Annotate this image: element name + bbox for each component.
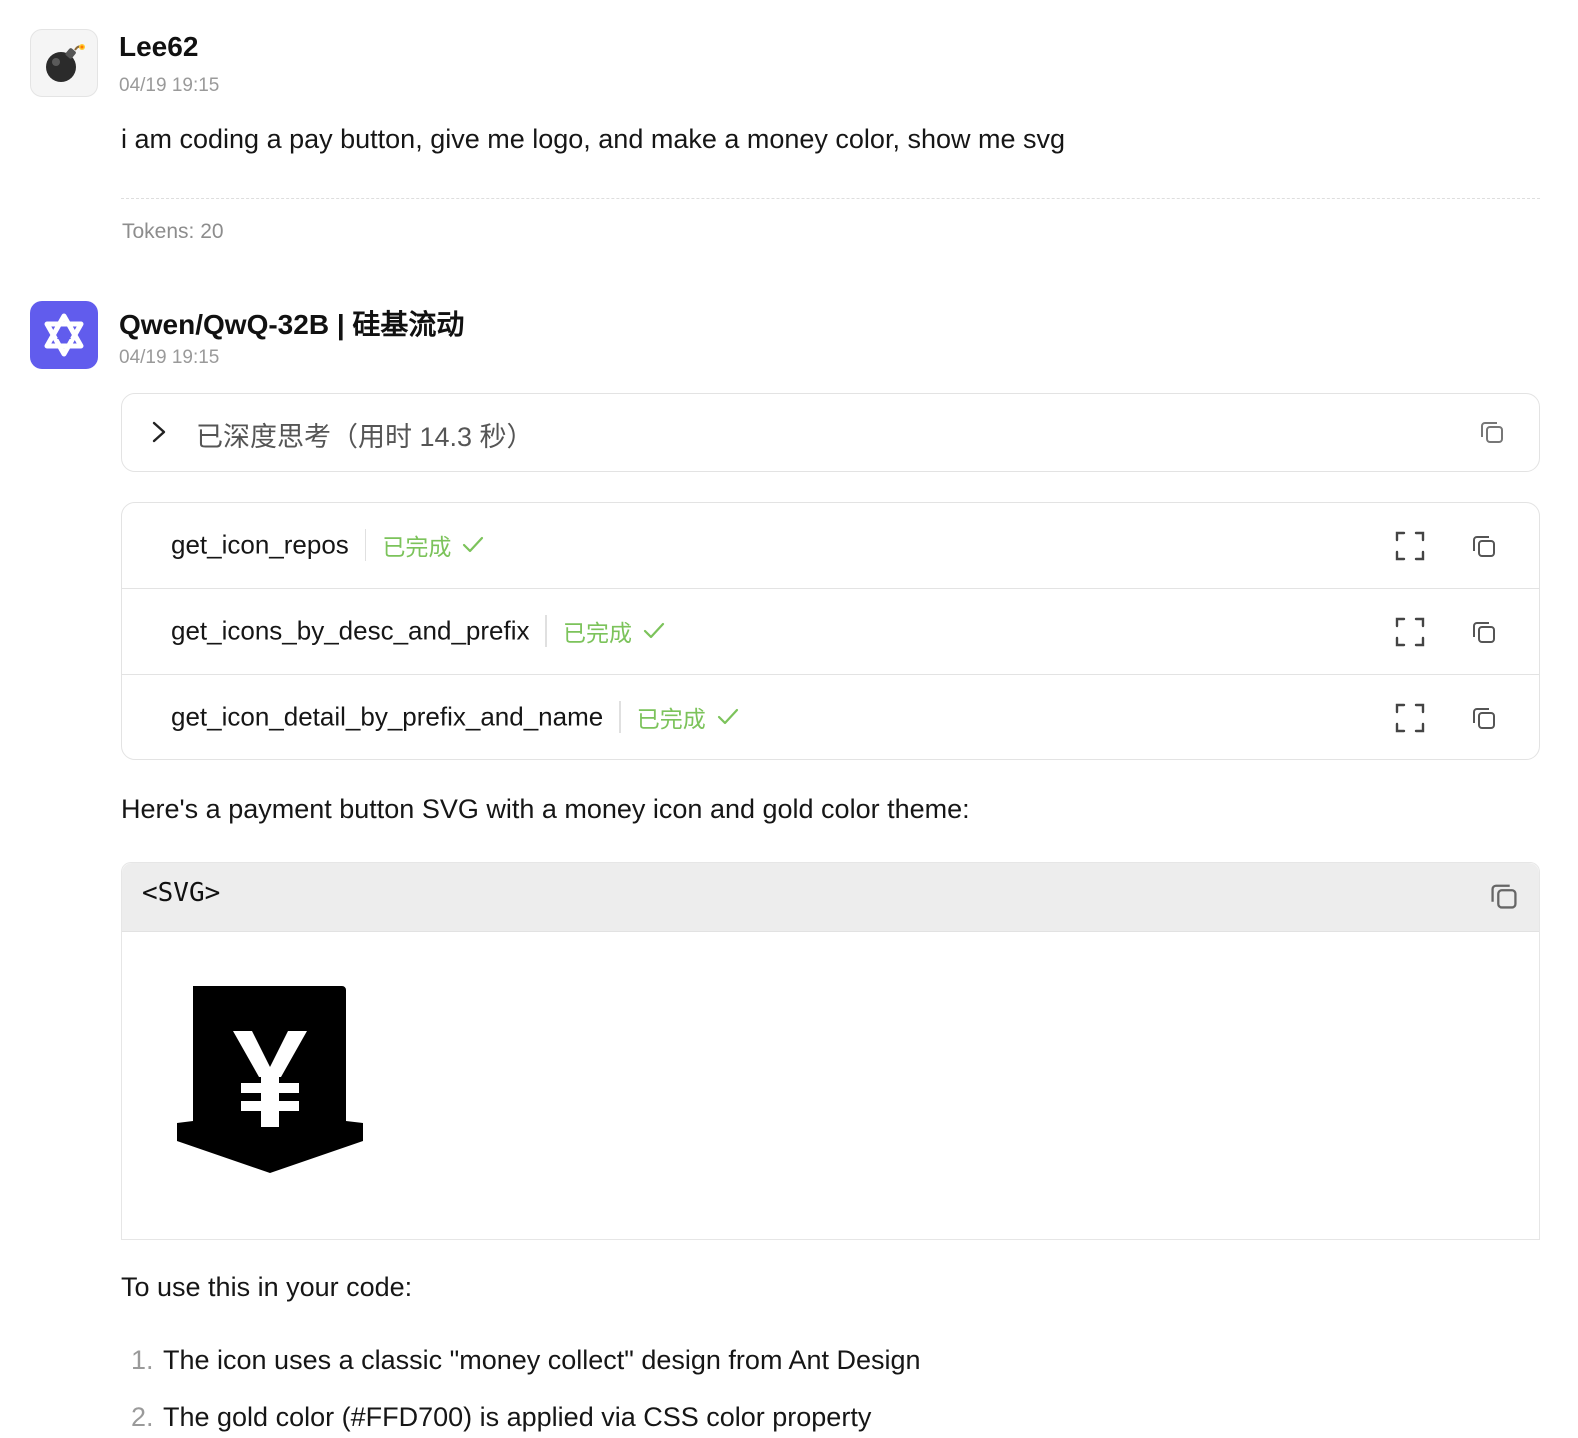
svg-code-block: <SVG>	[121, 862, 1540, 1240]
tool-call-name: get_icons_by_desc_and_prefix	[171, 615, 530, 646]
tool-call-name: get_icon_detail_by_prefix_and_name	[171, 701, 604, 732]
list-item: 1. The icon uses a classic "money collect…	[131, 1345, 921, 1376]
checkmark-icon	[463, 537, 484, 553]
assistant-message-header: Qwen/QwQ-32B | 硅基流动 04/19 19:15	[30, 301, 1540, 381]
code-language-label: <SVG>	[142, 878, 221, 908]
tool-call-row[interactable]: get_icon_detail_by_prefix_and_name 已完成	[122, 674, 1539, 759]
tool-separator	[545, 615, 547, 648]
message-divider	[121, 198, 1540, 199]
tool-call-status: 已完成	[636, 706, 706, 733]
tool-call-row[interactable]: get_icons_by_desc_and_prefix 已完成	[122, 588, 1539, 674]
assistant-avatar[interactable]	[30, 301, 98, 369]
copy-icon	[1473, 536, 1495, 557]
expand-icon[interactable]	[1395, 617, 1425, 647]
list-item-text: The icon uses a classic "money collect" …	[163, 1345, 921, 1375]
usage-heading: To use this in your code:	[121, 1272, 413, 1302]
tool-call-item: get_icon_detail_by_prefix_and_name 已完成	[171, 700, 740, 734]
list-item-text: The gold color (#FFD700) is applied via …	[163, 1402, 872, 1432]
chevron-right-icon[interactable]	[148, 419, 170, 445]
tool-separator	[364, 529, 367, 562]
assistant-author-name: Qwen/QwQ-32B | 硅基流动	[119, 309, 465, 340]
list-item: 2. The gold color (#FFD700) is applied vi…	[131, 1402, 871, 1433]
user-avatar[interactable]	[30, 29, 98, 97]
thinking-panel[interactable]: 已深度思考（用时 14.3 秒）	[121, 393, 1540, 472]
list-number: 2.	[131, 1402, 154, 1432]
tool-calls-panel: get_icon_repos 已完成 get_icons_by_desc_and_…	[121, 502, 1540, 760]
copy-code-button[interactable]	[1488, 880, 1520, 912]
tool-call-item: get_icons_by_desc_and_prefix 已完成	[171, 614, 666, 648]
copy-icon	[1481, 422, 1503, 443]
qwen-logo-icon	[44, 313, 84, 357]
copy-tool-result-button[interactable]	[1468, 530, 1500, 562]
tool-call-status: 已完成	[562, 620, 632, 647]
user-message-time: 04/19 19:15	[119, 75, 220, 96]
copy-icon	[1473, 622, 1495, 643]
code-block-header: <SVG>	[122, 863, 1539, 932]
bomb-emoji-icon	[46, 44, 85, 82]
expand-icon[interactable]	[1395, 703, 1425, 733]
copy-icon	[1491, 884, 1517, 909]
tool-call-item: get_icon_repos 已完成	[171, 528, 485, 562]
user-author-name: Lee62	[119, 31, 199, 62]
copy-tool-result-button[interactable]	[1468, 702, 1500, 734]
tool-call-row[interactable]: get_icon_repos 已完成	[122, 503, 1539, 588]
copy-tool-result-button[interactable]	[1468, 616, 1500, 648]
token-count: Tokens: 20	[122, 220, 224, 243]
assistant-message-time: 04/19 19:15	[119, 347, 220, 368]
tool-call-status: 已完成	[382, 534, 452, 561]
tool-call-name: get_icon_repos	[171, 529, 349, 560]
list-number: 1.	[131, 1345, 154, 1375]
money-collect-icon	[177, 986, 363, 1173]
copy-thinking-button[interactable]	[1476, 416, 1508, 448]
response-intro-text: Here's a payment button SVG with a money…	[121, 794, 970, 824]
checkmark-icon	[643, 623, 665, 639]
thinking-label: 已深度思考（用时 14.3 秒）	[196, 422, 534, 452]
user-message-text: i am coding a pay button, give me logo, …	[121, 124, 1066, 154]
copy-icon	[1473, 708, 1495, 729]
tool-separator	[619, 701, 621, 734]
checkmark-icon	[717, 709, 738, 725]
chat-page: Lee62 04/19 19:15 i am coding a pay butt…	[0, 0, 1578, 1438]
expand-icon[interactable]	[1395, 531, 1425, 561]
